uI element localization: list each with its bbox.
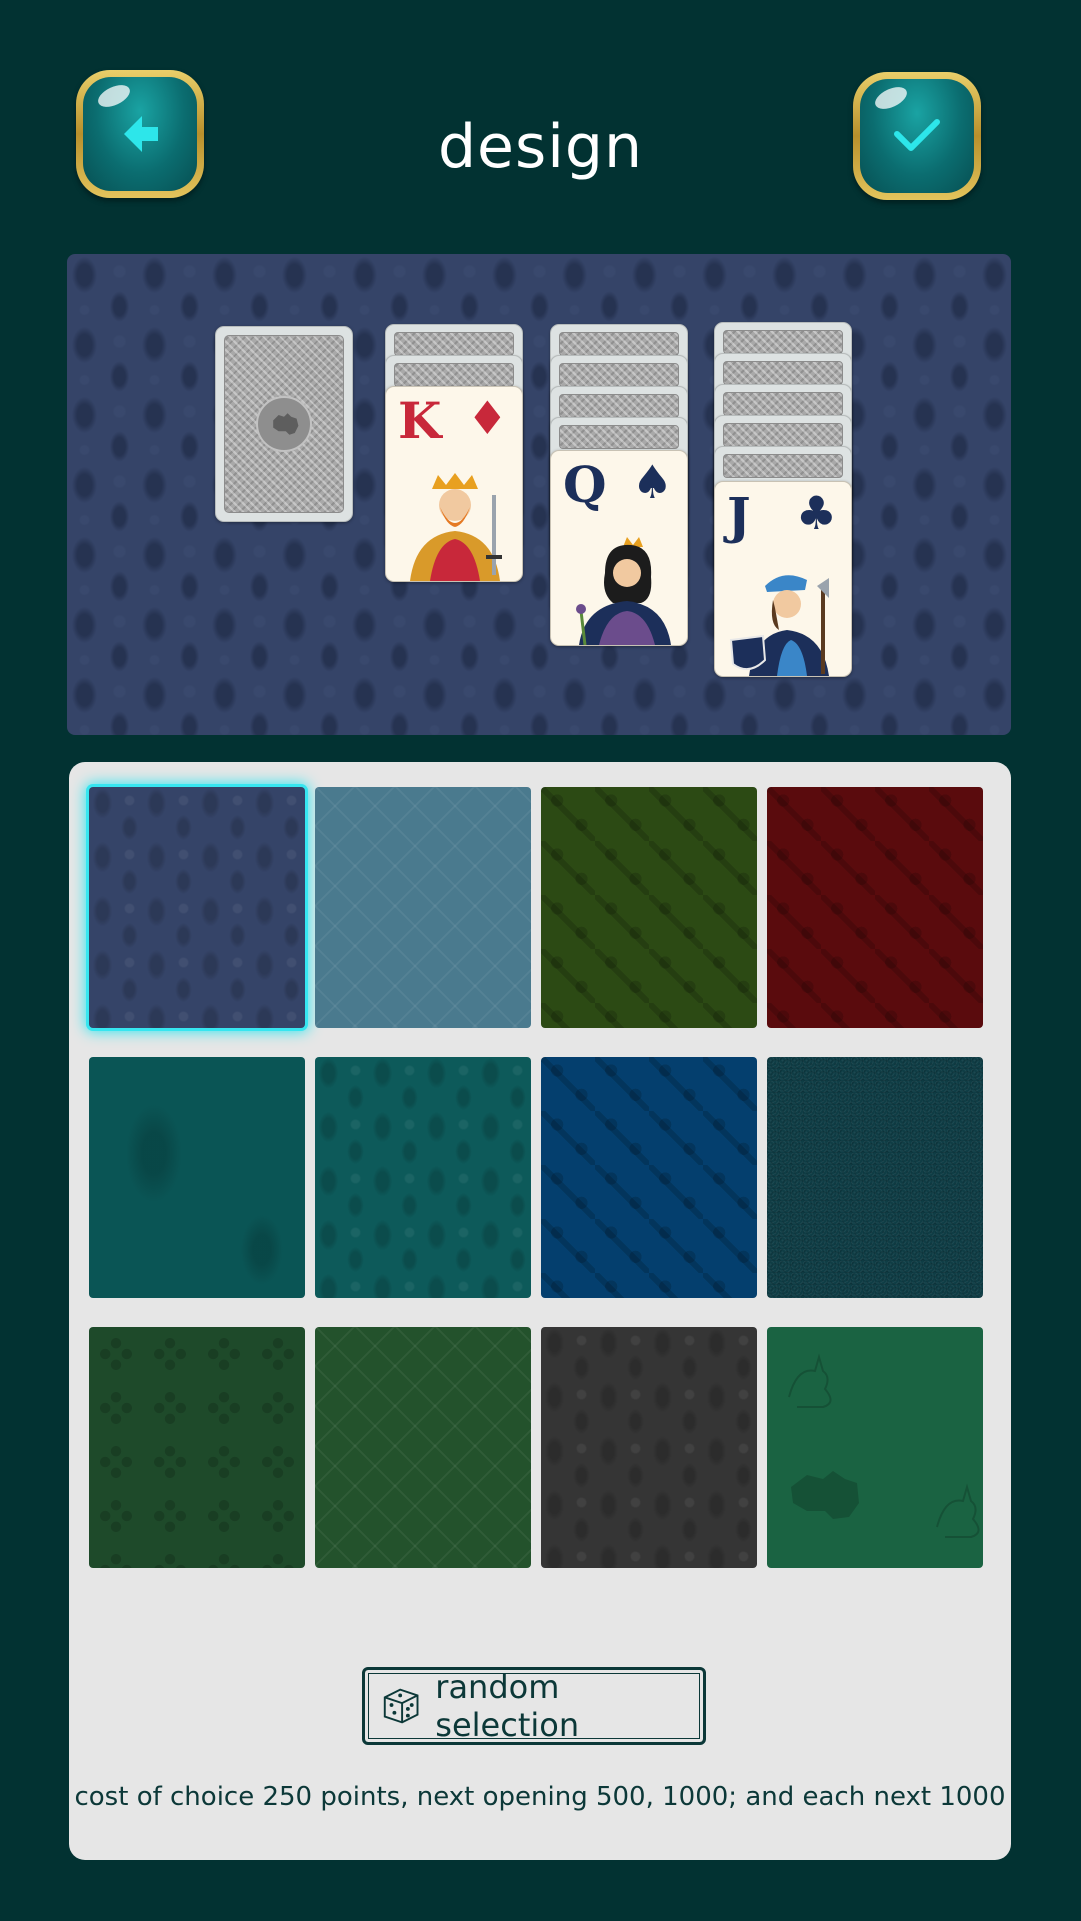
design-tile-teal-damask[interactable]: [315, 1057, 531, 1298]
design-tile-blue-card-suits[interactable]: [541, 1057, 757, 1298]
diamond-suit-icon: ♦: [466, 391, 508, 445]
stock-pile: [215, 326, 353, 522]
card-rank: K: [398, 391, 442, 450]
design-tile-teal-felt[interactable]: [767, 1057, 983, 1298]
confirm-button[interactable]: [853, 72, 981, 200]
random-selection-label: random selection: [435, 1668, 580, 1744]
design-tile-green-quatrefoil[interactable]: [89, 1327, 305, 1568]
design-tile-green-diamond-lattice[interactable]: [315, 1327, 531, 1568]
kangaroo-pattern-icon: [788, 1353, 980, 1538]
design-tile-navy-damask[interactable]: [89, 787, 305, 1028]
jack-of-clubs-card[interactable]: J ♣: [714, 481, 852, 677]
king-figure-icon: [410, 473, 502, 581]
australia-map-icon: [256, 396, 312, 452]
design-tile-olive-card-suits[interactable]: [541, 787, 757, 1028]
checkmark-icon: [894, 119, 940, 151]
club-suit-icon: ♣: [795, 486, 837, 540]
queen-of-spades-card[interactable]: Q ♠: [550, 450, 688, 646]
queen-figure-icon: [576, 537, 671, 645]
card-rank: Q: [563, 455, 607, 514]
jack-figure-icon: [729, 575, 829, 676]
design-tile-green-kangaroo[interactable]: [767, 1327, 983, 1568]
random-selection-button[interactable]: random selection: [362, 1667, 706, 1745]
cost-info-text: cost of choice 250 points, next opening …: [74, 1782, 1006, 1812]
spade-suit-icon: ♠: [631, 455, 673, 509]
design-tile-teal-floral[interactable]: [89, 1057, 305, 1298]
design-preview: K ♦ Q ♠ J ♣: [67, 254, 1011, 735]
design-tile-charcoal-damask[interactable]: [541, 1327, 757, 1568]
king-of-diamonds-card[interactable]: K ♦: [385, 386, 523, 582]
dice-icon: [383, 1688, 419, 1724]
design-tile-burgundy-card-suits[interactable]: [767, 787, 983, 1028]
card-rank: J: [727, 486, 751, 545]
design-tile-steel-blue-lattice[interactable]: [315, 787, 531, 1028]
